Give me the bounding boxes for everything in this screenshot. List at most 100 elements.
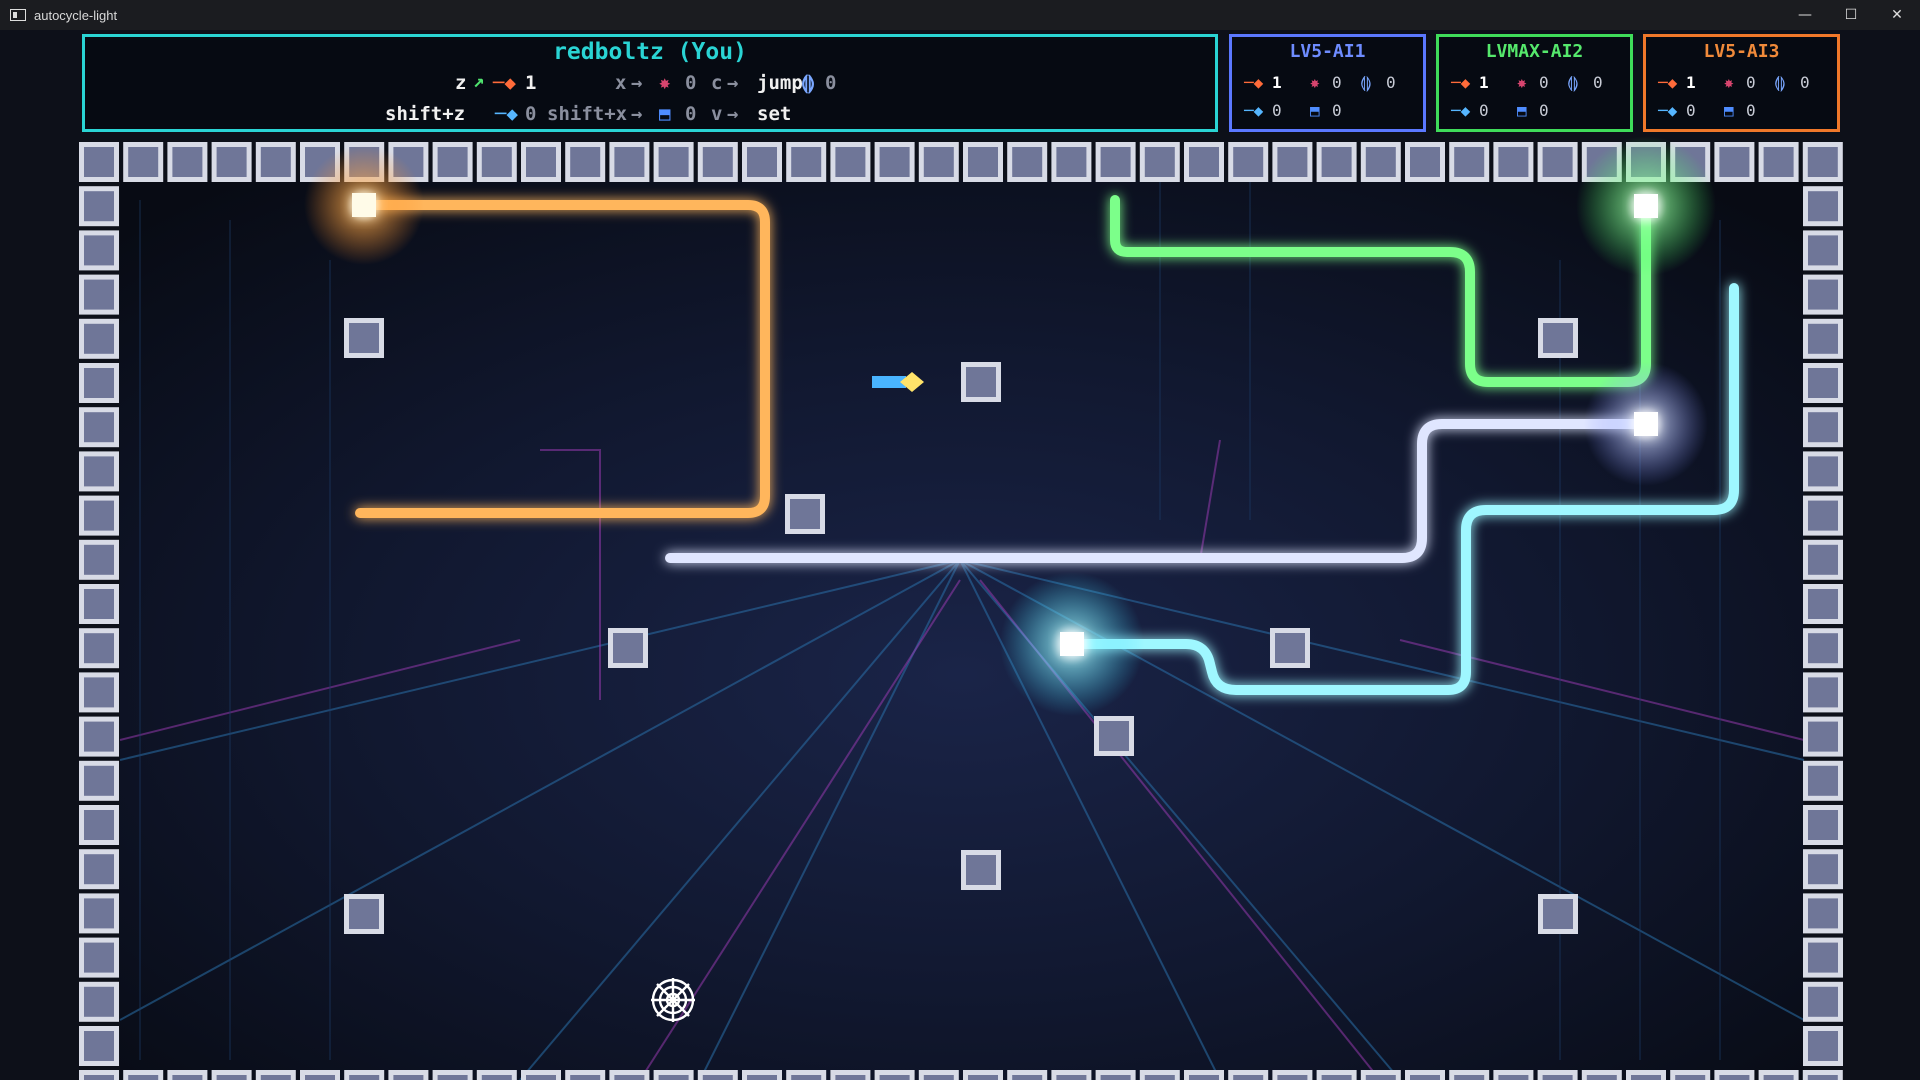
wall-block xyxy=(1803,274,1843,315)
wall-block xyxy=(963,142,1003,182)
wall-block xyxy=(1537,1070,1578,1080)
wall-block xyxy=(79,628,119,669)
obstacle-block xyxy=(1538,318,1578,358)
wall-block xyxy=(79,805,119,845)
wall-block xyxy=(1803,451,1843,492)
wall-block xyxy=(1007,142,1048,182)
x-count: 0 xyxy=(685,72,697,94)
wall-block xyxy=(1581,1070,1622,1080)
wall-block xyxy=(1095,1070,1136,1080)
wall-block xyxy=(79,1026,119,1066)
wall-block xyxy=(918,1070,959,1080)
window-title: autocycle-light xyxy=(34,7,118,23)
wall-block xyxy=(786,142,827,182)
jump-count: 0 xyxy=(1593,73,1603,92)
wall-block xyxy=(1803,539,1843,580)
key-v-label: v xyxy=(711,103,723,125)
jump-icon: ⟬⟭ xyxy=(1360,73,1372,92)
ai-name: LV5-AI3 xyxy=(1703,41,1780,62)
wall-block xyxy=(609,142,650,182)
key-x-label: x xyxy=(615,72,627,94)
wall-block xyxy=(874,1070,915,1080)
wall-block xyxy=(167,142,208,182)
wall-block xyxy=(79,318,119,359)
wall-block xyxy=(653,142,694,182)
wall-block xyxy=(476,142,517,182)
arrow-icon: → xyxy=(631,103,643,125)
wall-block xyxy=(1803,760,1843,801)
wall-block xyxy=(476,1070,517,1080)
c-action-label: jump xyxy=(757,72,803,94)
boost-item-icon: ─◆ xyxy=(1451,73,1471,92)
shield-count: 0 xyxy=(1479,101,1489,120)
arrow-icon: → xyxy=(727,72,739,94)
z-count: 1 xyxy=(525,72,537,94)
wall-block xyxy=(344,1070,385,1080)
wall-block xyxy=(521,142,561,182)
wall-block xyxy=(79,142,119,182)
wall-block xyxy=(1714,142,1755,182)
obstacle-block xyxy=(1270,628,1310,668)
shot-count: 0 xyxy=(1746,101,1756,120)
key-shift-x-label: shift+x xyxy=(547,103,628,125)
wall-block xyxy=(79,937,119,978)
wall-block xyxy=(1272,1070,1313,1080)
wall-block xyxy=(123,142,164,182)
wall-block xyxy=(697,142,738,182)
wall-block xyxy=(79,584,119,624)
ai-panel-3: LV5-AI3 ─◆ 1 ✸ 0 ⟬⟭ 0 ─◆ 0 ⬒ 0 xyxy=(1643,34,1840,132)
wall-block xyxy=(79,495,119,536)
wall-block xyxy=(697,1070,738,1080)
shield-item-icon: ─◆ xyxy=(1244,101,1264,120)
wall-block xyxy=(1139,142,1180,182)
wall-block xyxy=(742,1070,782,1080)
jump-count: 0 xyxy=(1800,73,1810,92)
obstacle-block xyxy=(961,850,1001,890)
wall-block xyxy=(1493,142,1534,182)
jump-icon: ⟬⟭ xyxy=(801,72,816,94)
shield-count: 0 xyxy=(1686,101,1696,120)
wall-block xyxy=(432,142,473,182)
wall-block xyxy=(79,672,119,713)
jump-icon: ⟬⟭ xyxy=(1567,73,1579,92)
wall-block xyxy=(1316,1070,1357,1080)
obstacle-block xyxy=(344,318,384,358)
wall-block xyxy=(830,1070,871,1080)
boost-count: 1 xyxy=(1479,73,1489,92)
wall-block xyxy=(653,1070,694,1080)
shield-item-icon: ─◆ xyxy=(1658,101,1678,120)
wall-block xyxy=(1714,1070,1755,1080)
jump-icon: ⟬⟭ xyxy=(1774,73,1786,92)
wall-block xyxy=(79,230,119,271)
wall-block xyxy=(1405,1070,1445,1080)
bomb-icon: ✸ xyxy=(1517,73,1527,92)
obstacle-block xyxy=(1538,894,1578,934)
game-canvas[interactable]: redboltz (You) z ↗ ─◆ 1 x → ✸ 0 c → jump… xyxy=(0,30,1920,1080)
ai-name: LVMAX-AI2 xyxy=(1485,41,1584,62)
wall-block xyxy=(1803,230,1843,271)
wall-block xyxy=(1758,142,1799,182)
wall-block xyxy=(1803,363,1843,403)
boost-arrow-icon: ↗ xyxy=(473,70,485,92)
bomb-count: 0 xyxy=(1746,73,1756,92)
wall-block xyxy=(1758,1070,1799,1080)
shield-item-icon: ─◆ xyxy=(1451,101,1471,120)
shot-count: 0 xyxy=(1539,101,1549,120)
maximize-icon[interactable]: ☐ xyxy=(1828,0,1874,30)
wall-block xyxy=(1095,142,1136,182)
game-board xyxy=(0,30,1920,1080)
obstacle-block xyxy=(961,362,1001,402)
minimize-icon[interactable]: — xyxy=(1782,0,1828,30)
wall-block xyxy=(565,1070,606,1080)
wall-block xyxy=(1184,142,1224,182)
wall-block xyxy=(1493,1070,1534,1080)
wall-block xyxy=(1360,142,1401,182)
shot-count: 0 xyxy=(1332,101,1342,120)
wall-block xyxy=(255,142,296,182)
close-icon[interactable]: ✕ xyxy=(1874,0,1920,30)
shot-icon: ⬒ xyxy=(1724,101,1734,120)
bomb-icon: ✸ xyxy=(1724,73,1734,92)
wall-block xyxy=(1405,142,1445,182)
wall-block xyxy=(1007,1070,1048,1080)
wall-block xyxy=(830,142,871,182)
